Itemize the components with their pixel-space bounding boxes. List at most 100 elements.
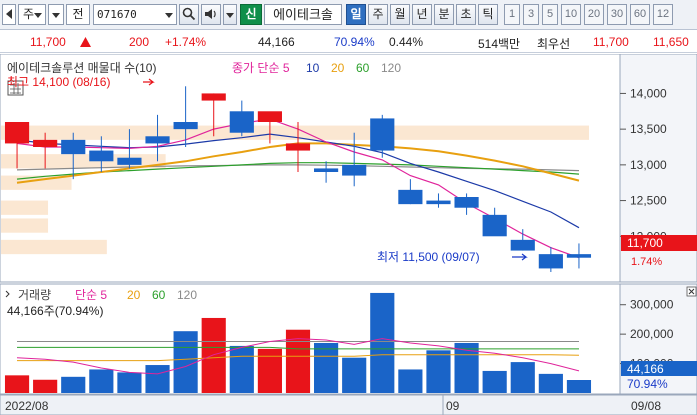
candle-body-0[interactable] <box>4 122 30 144</box>
price-tick-label-2: 13,000 <box>630 158 667 172</box>
ma20-legend: 20 <box>331 61 345 75</box>
mode-button[interactable]: 전 <box>66 4 90 25</box>
candle-body-16[interactable] <box>454 197 479 208</box>
ma120-legend: 120 <box>381 61 401 75</box>
volume-bar-20[interactable] <box>566 380 592 393</box>
price-tick-label-1: 13,500 <box>630 122 667 136</box>
interval-tab-6[interactable]: 60 <box>630 4 650 25</box>
vol-ma60-legend: 60 <box>152 288 166 302</box>
volume-bar-4[interactable] <box>117 372 142 393</box>
chevron-down-icon <box>52 13 60 18</box>
search-button[interactable] <box>179 4 199 25</box>
current-volume-tag-label: 44,166 <box>627 362 664 376</box>
sidebar-toggle-button[interactable] <box>2 4 16 25</box>
interval-tab-4[interactable]: 20 <box>584 4 604 25</box>
candle-body-8[interactable] <box>229 111 254 133</box>
candle-body-9[interactable] <box>257 111 282 122</box>
price-change: 200 <box>129 35 150 49</box>
candle-body-15[interactable] <box>426 200 451 205</box>
volume-bar-17[interactable] <box>482 370 507 393</box>
candle-body-2[interactable] <box>61 139 86 155</box>
volume-bar-7[interactable] <box>201 317 226 393</box>
period-tab-4[interactable]: 분 <box>434 4 454 25</box>
trade-amount: 514백만 <box>478 37 521 51</box>
volume-bar-9[interactable] <box>257 348 282 393</box>
candle-body-19[interactable] <box>538 254 563 269</box>
chart-toolbar: 주 전 071670 신 에이테크솔 일주월년분초틱 1 3 5 10 20 30 60 12 <box>0 0 697 30</box>
volume-bar-5[interactable] <box>145 365 170 393</box>
speaker-icon <box>205 9 216 19</box>
volume-bar-15[interactable] <box>426 350 451 393</box>
period-tab-5[interactable]: 초 <box>456 4 476 25</box>
price-tick-label-0: 14,000 <box>630 86 667 100</box>
ma10-legend: 10 <box>306 61 320 75</box>
chart-canvas[interactable]: 14,00013,50013,00012,50012,000 300,00020… <box>0 53 697 415</box>
candle-body-18[interactable] <box>510 239 535 251</box>
volume-bar-2[interactable] <box>61 376 86 393</box>
candle-body-12[interactable] <box>342 164 367 176</box>
candle-body-5[interactable] <box>145 136 170 144</box>
stock-name-field: 에이테크솔 <box>264 4 342 25</box>
dropdown-arrow-button[interactable] <box>48 4 64 25</box>
volume-bar-3[interactable] <box>89 369 114 393</box>
price-legend-title: 에이테크솔루션 매물대 수(10) <box>7 61 156 75</box>
volume-bar-8[interactable] <box>229 345 254 393</box>
candle-body-20[interactable] <box>566 254 592 258</box>
time-axis <box>0 394 697 415</box>
volume-bar-1[interactable] <box>33 379 58 393</box>
quote-bar: 11,700 200 +1.74% 44,166 70.94% 0.44% 51… <box>0 31 697 53</box>
candle-body-11[interactable] <box>314 168 339 172</box>
interval-tab-1[interactable]: 3 <box>523 4 539 25</box>
candle-body-1[interactable] <box>33 139 58 147</box>
vol-ma20-legend: 20 <box>127 288 141 302</box>
interval-tab-2[interactable]: 5 <box>542 4 558 25</box>
interval-tab-3[interactable]: 10 <box>561 4 581 25</box>
volume-value: 44,166 <box>258 35 295 49</box>
volume-bar-14[interactable] <box>398 369 423 393</box>
ma60-legend: 60 <box>356 61 370 75</box>
candle-body-3[interactable] <box>89 150 114 162</box>
volume-bar-12[interactable] <box>342 357 367 393</box>
market-type-dropdown[interactable]: 주 <box>18 4 46 25</box>
volume-ratio-tag: 70.94% <box>627 377 668 391</box>
volume-bar-11[interactable] <box>314 342 339 393</box>
interval-tab-7[interactable]: 12 <box>653 4 673 25</box>
candle-body-10[interactable] <box>285 143 311 151</box>
candle-body-7[interactable] <box>201 93 226 101</box>
change-percent: +1.74% <box>165 35 207 49</box>
volume-bar-6[interactable] <box>173 331 198 393</box>
candle-body-13[interactable] <box>370 118 395 151</box>
period-tab-1[interactable]: 주 <box>368 4 388 25</box>
current-price-tag-label: 11,700 <box>627 236 663 250</box>
more-options-button[interactable] <box>223 4 237 25</box>
volume-bar-19[interactable] <box>538 373 563 393</box>
time-axis-month-label: 09 <box>446 399 460 413</box>
volume-profile-bar-5 <box>1 239 107 255</box>
current-change-tag: 1.74% <box>631 256 662 268</box>
candle-body-14[interactable] <box>398 189 423 205</box>
vol-ma5-legend: 단순 5 <box>75 288 107 302</box>
chevron-left-icon <box>6 9 12 19</box>
volume-profile-bar-3 <box>1 200 49 215</box>
volume-bar-13[interactable] <box>370 292 395 393</box>
period-tab-0[interactable]: 일 <box>346 4 366 25</box>
stock-chart[interactable]: 14,00013,50013,00012,50012,000 300,00020… <box>0 53 697 415</box>
sound-button[interactable] <box>201 4 221 25</box>
current-price: 11,700 <box>30 35 66 49</box>
interval-tab-0[interactable]: 1 <box>504 4 520 25</box>
period-tab-6[interactable]: 틱 <box>478 4 498 25</box>
turnover-rate: 0.44% <box>389 35 424 49</box>
candle-body-6[interactable] <box>173 122 198 130</box>
candle-body-17[interactable] <box>482 214 507 237</box>
volume-tick-label-0: 300,000 <box>630 298 674 312</box>
candle-body-4[interactable] <box>117 157 142 165</box>
volume-bar-0[interactable] <box>4 375 30 393</box>
search-icon <box>182 7 196 21</box>
high-price-label: 최고 14,100 (08/16) <box>7 75 110 89</box>
period-tab-3[interactable]: 년 <box>412 4 432 25</box>
period-tab-2[interactable]: 월 <box>390 4 410 25</box>
volume-bar-18[interactable] <box>510 362 535 393</box>
stock-code-input[interactable]: 071670 <box>93 4 177 25</box>
interval-tab-5[interactable]: 30 <box>607 4 627 25</box>
low-price-label: 최저 11,500 (09/07) <box>377 250 480 264</box>
